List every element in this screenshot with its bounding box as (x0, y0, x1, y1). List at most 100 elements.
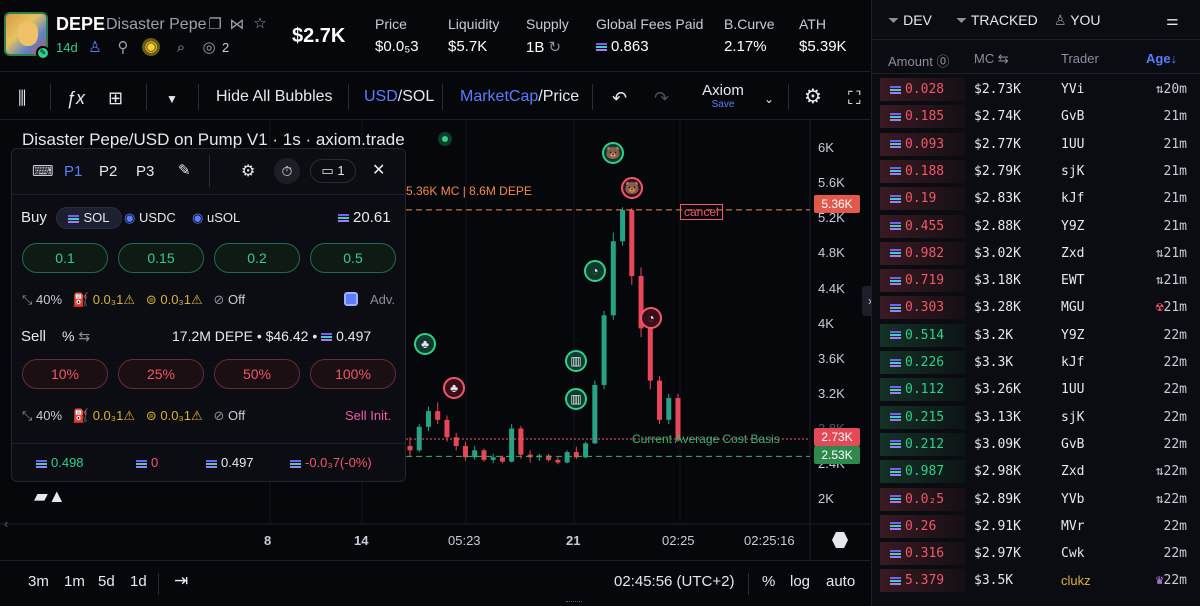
coin-icon[interactable]: ◉ (142, 38, 160, 56)
trade-row[interactable]: 5.379 $3.5K clukz ♛22m (872, 567, 1200, 594)
dev-sell-bubble-icon[interactable]: 🐻 (621, 177, 643, 199)
buy-fries-bubble-icon[interactable]: ▥ (565, 350, 587, 372)
preset-tab-p2[interactable]: P2 (99, 163, 117, 180)
trader-link[interactable]: EWT (1061, 273, 1084, 288)
trader-link[interactable]: Zxd (1061, 246, 1084, 261)
tab-tracked[interactable]: ⏷ TRACKED (956, 12, 1038, 29)
trade-row[interactable]: 0.028 $2.73K YVi ⇅20m (872, 76, 1200, 103)
clock-time[interactable]: 02:45:56 (UTC+2) (614, 573, 734, 590)
range-5d-button[interactable]: 5d (98, 573, 115, 590)
currency-toggle[interactable]: USD/SOL (364, 88, 434, 106)
trade-row[interactable]: 0.514 $3.2K Y9Z 22m (872, 322, 1200, 349)
trader-link[interactable]: Y9Z (1061, 219, 1084, 234)
star-icon[interactable]: ☆ (251, 15, 269, 33)
sell-unit-toggle[interactable]: % ⇆ (62, 328, 90, 345)
undo-icon[interactable]: ↶ (612, 88, 627, 109)
token-name[interactable]: Disaster Pepe (106, 16, 207, 34)
settings-icon[interactable]: ⚙ (241, 161, 255, 181)
layout-selector[interactable]: Axiom Save (700, 82, 746, 110)
sell-percent-button[interactable]: 10% (22, 359, 108, 389)
buy-amount-button[interactable]: 0.5 (310, 243, 396, 273)
link-icon[interactable]: ⚲ (114, 39, 132, 57)
buy-amount-button[interactable]: 0.2 (214, 243, 300, 273)
goto-date-icon[interactable]: ⇥ (174, 571, 188, 591)
trader-link[interactable]: Y9Z (1061, 328, 1084, 343)
search-icon[interactable]: ⌕ (172, 39, 190, 57)
chevron-down-icon[interactable]: ▼ (166, 92, 178, 106)
trade-row[interactable]: 0.987 $2.98K Zxd ⇅22m (872, 458, 1200, 485)
close-icon[interactable]: ✕ (372, 160, 385, 180)
trade-row[interactable]: 0.719 $3.18K EWT ⇅21m (872, 267, 1200, 294)
preset-tab-p1[interactable]: P1 (64, 163, 82, 180)
tab-you[interactable]: ♙ YOU (1054, 12, 1101, 29)
trader-link[interactable]: sjK (1061, 164, 1084, 179)
wallet-selector[interactable]: ▭ 1 (310, 159, 356, 183)
trade-row[interactable]: 0.982 $3.02K Zxd ⇅21m (872, 240, 1200, 267)
trade-row[interactable]: 0.0₂5 $2.89K YVb ⇅22m (872, 486, 1200, 513)
advanced-checkbox[interactable] (344, 292, 358, 306)
percent-scale-toggle[interactable]: % (762, 573, 775, 590)
trade-row[interactable]: 0.316 $2.97K Cwk 22m (872, 540, 1200, 567)
layout-chevron-icon[interactable]: ⌄ (764, 92, 774, 106)
trade-row[interactable]: 0.185 $2.74K GvB 21m (872, 103, 1200, 130)
log-scale-toggle[interactable]: log (790, 573, 810, 590)
trade-row[interactable]: 0.112 $3.26K 1UU 22m (872, 376, 1200, 403)
timer-icon[interactable]: ⏱ (274, 158, 300, 184)
trader-link[interactable]: sjK (1061, 410, 1084, 425)
range-1d-button[interactable]: 1d (130, 573, 147, 590)
buy-settings-row[interactable]: ⤡ 40% ⛽ 0.0₃1⚠ ⊜ 0.0₃1⚠ ⊘ Off (22, 292, 245, 308)
trade-row[interactable]: 0.455 $2.88K Y9Z 21m (872, 213, 1200, 240)
buy-fries-bubble-icon[interactable]: ▥ (565, 388, 587, 410)
auto-scale-toggle[interactable]: auto (826, 573, 855, 590)
col-trader[interactable]: Trader (1061, 51, 1099, 66)
share-icon[interactable]: ⋈ (228, 16, 246, 34)
trade-row[interactable]: 0.303 $3.28K MGU ☢21m (872, 294, 1200, 321)
range-3m-button[interactable]: 3m (28, 573, 49, 590)
buy-bubble-icon[interactable]: ◔ (584, 260, 606, 282)
col-age[interactable]: Age↓ (1146, 51, 1177, 66)
currency-usdc-tab[interactable]: ◉ USDC (124, 207, 176, 229)
tab-dev[interactable]: ⏷ DEV (888, 12, 932, 29)
trader-link[interactable]: Cwk (1061, 546, 1084, 561)
sell-bubble-icon[interactable]: ◔ (640, 307, 662, 329)
trade-row[interactable]: 0.188 $2.79K sjK 21m (872, 158, 1200, 185)
dev-buy-bubble-icon[interactable]: 🐻 (602, 142, 624, 164)
sell-settings-row[interactable]: ⤡ 40% ⛽ 0.0₃1⚠ ⊜ 0.0₃1⚠ ⊘ Off (22, 408, 245, 424)
buy-pineapple-bubble-icon[interactable]: ♣ (414, 333, 436, 355)
trade-row[interactable]: 0.226 $3.3K kJf 22m (872, 349, 1200, 376)
trader-link[interactable]: GvB (1061, 437, 1084, 452)
sell-percent-button[interactable]: 100% (310, 359, 396, 389)
col-mc[interactable]: MC ⇆ (974, 51, 1009, 67)
trader-link[interactable]: GvB (1061, 109, 1084, 124)
trader-link[interactable]: 1UU (1061, 382, 1084, 397)
layouts-icon[interactable]: ⊞ (108, 88, 123, 109)
keyboard-icon[interactable]: ⌨ (32, 162, 54, 180)
sell-init-button[interactable]: Sell Init. (345, 408, 391, 423)
col-amount[interactable]: Amount ⓪ (888, 51, 949, 70)
user-icon[interactable]: ♙ (86, 39, 104, 57)
trader-link[interactable]: 1UU (1061, 137, 1084, 152)
sell-percent-button[interactable]: 50% (214, 359, 300, 389)
candle-type-icon[interactable]: ⫼ (18, 88, 26, 109)
trader-link[interactable]: YVi (1061, 82, 1084, 97)
sell-pineapple-bubble-icon[interactable]: ♣ (443, 377, 465, 399)
indicators-icon[interactable]: ƒx (66, 88, 85, 109)
range-1m-button[interactable]: 1m (64, 573, 85, 590)
trader-link[interactable]: kJf (1061, 191, 1084, 206)
preset-tab-p3[interactable]: P3 (136, 163, 154, 180)
buy-amount-button[interactable]: 0.15 (118, 243, 204, 273)
edit-icon[interactable]: ✎ (178, 161, 191, 179)
trade-row[interactable]: 0.093 $2.77K 1UU 21m (872, 131, 1200, 158)
redo-icon[interactable]: ↷ (654, 88, 669, 109)
hide-bubbles-button[interactable]: Hide All Bubbles (216, 88, 333, 106)
filter-settings-icon[interactable]: ⚌ (1166, 12, 1179, 29)
trader-link[interactable]: YVb (1061, 492, 1084, 507)
settings-gear-icon[interactable]: ⚙ (804, 84, 822, 109)
trade-row[interactable]: 0.215 $3.13K sjK 22m (872, 404, 1200, 431)
cancel-order-button[interactable]: cancel (680, 204, 723, 220)
currency-sol-tab[interactable]: SOL (56, 207, 122, 229)
trader-link[interactable]: kJf (1061, 355, 1084, 370)
scroll-left-icon[interactable]: ‹ (4, 516, 8, 531)
trade-row[interactable]: 0.26 $2.91K MVr 22m (872, 513, 1200, 540)
sell-percent-button[interactable]: 25% (118, 359, 204, 389)
